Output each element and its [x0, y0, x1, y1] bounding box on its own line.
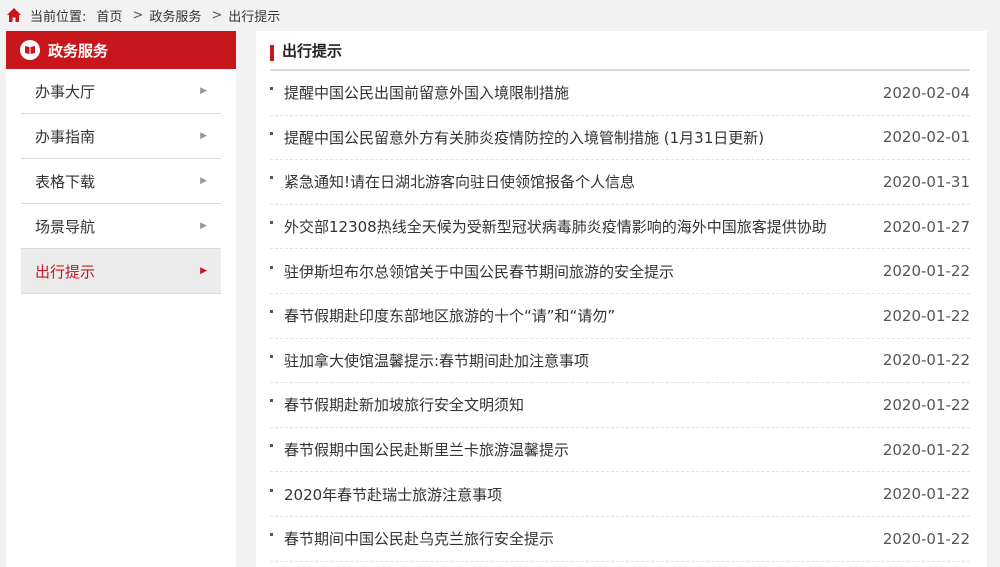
news-date: 2020-01-22 [882, 262, 970, 281]
news-title[interactable]: 提醒中国公民出国前留意外国入境限制措施 [284, 82, 569, 103]
news-title[interactable]: 驻加拿大使馆温馨提示:春节期间赴加注意事项 [284, 350, 589, 371]
sidebar-item-service-hall[interactable]: 办事大厅 ▶ [21, 69, 221, 114]
news-date: 2020-01-27 [882, 217, 970, 236]
chevron-right-icon: ▶ [200, 221, 207, 231]
news-date: 2020-02-04 [882, 83, 970, 102]
section-header: 出行提示 [270, 31, 970, 71]
news-date: 2020-01-22 [882, 351, 970, 370]
breadcrumb-separator: > [132, 7, 144, 23]
chevron-right-icon: ▶ [200, 131, 207, 141]
news-item[interactable]: 2020年春节赴瑞士旅游注意事项 2020-01-22 [270, 472, 970, 517]
news-item[interactable]: 提醒中国公民留意外方有关肺炎疫情防控的入境管制措施 (1月31日更新) 2020… [270, 116, 970, 161]
chevron-right-icon: ▶ [200, 176, 207, 186]
news-item[interactable]: 外交部12308热线全天候为受新型冠状病毒肺炎疫情影响的海外中国旅客提供协助 2… [270, 205, 970, 250]
news-date: 2020-01-22 [882, 440, 970, 459]
news-title[interactable]: 春节假期赴新加坡旅行安全文明须知 [284, 394, 524, 415]
title-marker [270, 45, 274, 61]
news-date: 2020-01-22 [882, 529, 970, 548]
sidebar-item-label: 办事大厅 [35, 82, 96, 101]
news-item[interactable]: 驻伊斯坦布尔总领馆关于中国公民春节期间旅游的安全提示 2020-01-22 [270, 249, 970, 294]
sidebar-item-travel-tips[interactable]: 出行提示 ▶ [21, 249, 221, 294]
news-date: 2020-01-22 [882, 306, 970, 325]
sidebar-item-label: 表格下载 [35, 172, 96, 191]
bullet-icon [270, 533, 273, 537]
bullet-icon [270, 176, 273, 180]
news-item[interactable]: 驻加拿大使馆温馨提示:春节期间赴加注意事项 2020-01-22 [270, 339, 970, 384]
sidebar-item-label: 场景导航 [35, 217, 96, 236]
news-item[interactable]: 春节假期赴印度东部地区旅游的十个“请”和“请勿” 2020-01-22 [270, 294, 970, 339]
bullet-icon [270, 488, 273, 492]
news-title[interactable]: 春节假期赴印度东部地区旅游的十个“请”和“请勿” [284, 305, 615, 326]
sidebar-nav: 办事大厅 ▶ 办事指南 ▶ 表格下载 ▶ 场景导航 ▶ 出行提示 ▶ [6, 69, 236, 294]
news-item[interactable]: 紧急通知!请在日湖北游客向驻日使领馆报备个人信息 2020-01-31 [270, 160, 970, 205]
sidebar-title: 政务服务 [48, 41, 109, 60]
news-item[interactable]: 春节假期中国公民赴斯里兰卡旅游温馨提示 2020-01-22 [270, 428, 970, 473]
bullet-icon [270, 131, 273, 135]
news-item[interactable]: 春节假期赴新加坡旅行安全文明须知 2020-01-22 [270, 383, 970, 428]
chevron-right-icon: ▶ [200, 86, 207, 96]
sidebar-item-label: 出行提示 [35, 262, 96, 281]
breadcrumb-home[interactable]: 首页 [96, 6, 122, 25]
sidebar-item-label: 办事指南 [35, 127, 96, 146]
sidebar-header: 政务服务 [6, 31, 236, 69]
bullet-icon [270, 221, 273, 225]
chevron-right-icon: ▶ [200, 266, 207, 276]
bullet-icon [270, 399, 273, 403]
news-date: 2020-01-22 [882, 395, 970, 414]
bullet-icon [270, 265, 273, 269]
news-date: 2020-01-22 [882, 485, 970, 504]
breadcrumb-label: 当前位置: [30, 9, 87, 25]
sidebar: 政务服务 办事大厅 ▶ 办事指南 ▶ 表格下载 ▶ 场景导航 ▶ 出行提示 ▶ [6, 31, 236, 567]
news-title[interactable]: 提醒中国公民留意外方有关肺炎疫情防控的入境管制措施 (1月31日更新) [284, 127, 764, 148]
news-list: 提醒中国公民出国前留意外国入境限制措施 2020-02-04 提醒中国公民留意外… [270, 71, 970, 562]
main-content: 出行提示 提醒中国公民出国前留意外国入境限制措施 2020-02-04 提醒中国… [256, 31, 987, 567]
sidebar-item-form-download[interactable]: 表格下载 ▶ [21, 159, 221, 204]
news-title[interactable]: 外交部12308热线全天候为受新型冠状病毒肺炎疫情影响的海外中国旅客提供协助 [284, 216, 827, 237]
news-title[interactable]: 春节期间中国公民赴乌克兰旅行安全提示 [284, 528, 554, 549]
news-date: 2020-02-01 [882, 128, 970, 147]
breadcrumb-gov-services[interactable]: 政务服务 [149, 6, 201, 25]
news-title[interactable]: 紧急通知!请在日湖北游客向驻日使领馆报备个人信息 [284, 171, 635, 192]
bullet-icon [270, 354, 273, 358]
home-icon[interactable] [6, 7, 22, 23]
news-title[interactable]: 2020年春节赴瑞士旅游注意事项 [284, 484, 502, 505]
sidebar-item-scene-navigation[interactable]: 场景导航 ▶ [21, 204, 221, 249]
news-title[interactable]: 春节假期中国公民赴斯里兰卡旅游温馨提示 [284, 439, 569, 460]
bullet-icon [270, 87, 273, 91]
breadcrumb-separator: > [211, 7, 223, 23]
news-title[interactable]: 驻伊斯坦布尔总领馆关于中国公民春节期间旅游的安全提示 [284, 261, 674, 282]
bullet-icon [270, 444, 273, 448]
news-item[interactable]: 提醒中国公民出国前留意外国入境限制措施 2020-02-04 [270, 71, 970, 116]
bullet-icon [270, 310, 273, 314]
breadcrumb-travel-tips[interactable]: 出行提示 [228, 6, 280, 25]
news-item[interactable]: 春节期间中国公民赴乌克兰旅行安全提示 2020-01-22 [270, 517, 970, 562]
news-date: 2020-01-31 [882, 172, 970, 191]
sidebar-item-service-guide[interactable]: 办事指南 ▶ [21, 114, 221, 159]
book-icon [20, 40, 40, 60]
page-title: 出行提示 [282, 42, 343, 60]
breadcrumb: 当前位置: 首页 > 政务服务 > 出行提示 [0, 0, 1000, 30]
